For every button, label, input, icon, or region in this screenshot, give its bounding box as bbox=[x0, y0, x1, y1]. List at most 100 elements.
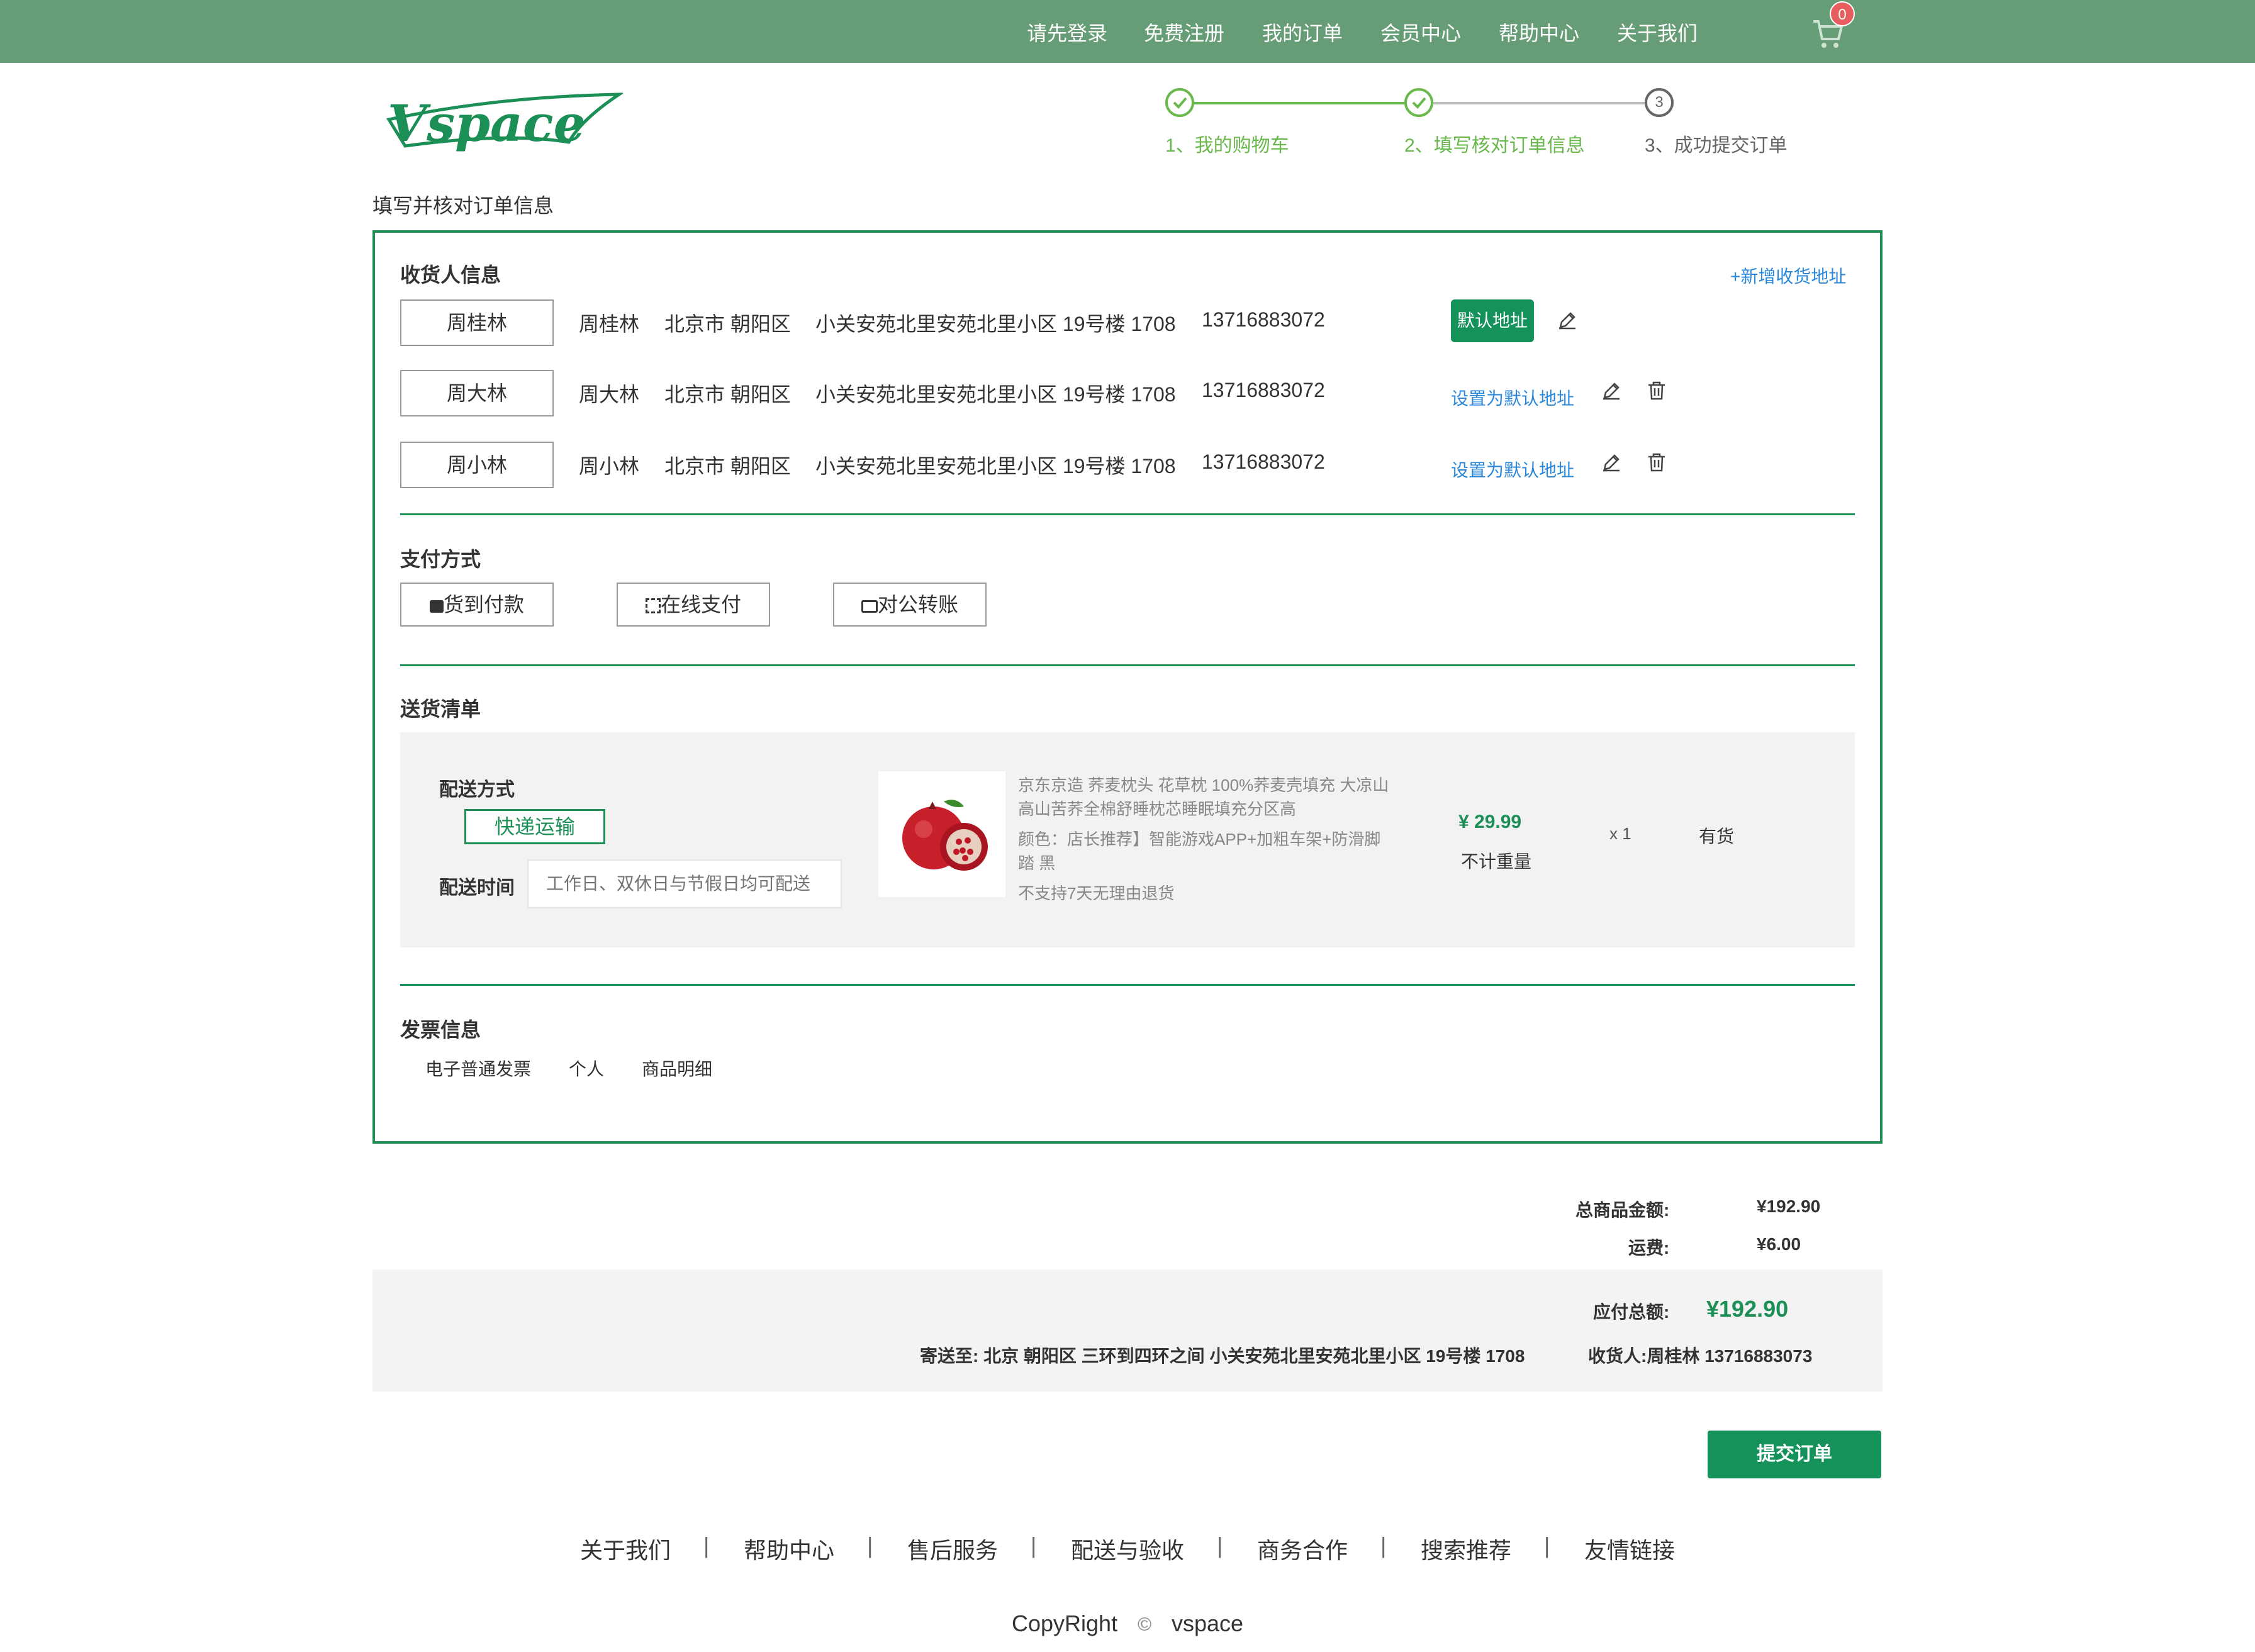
product-price: ¥ 29.99 bbox=[1458, 812, 1522, 832]
vspace-logo[interactable]: Vspace bbox=[380, 88, 625, 157]
address-phone: 13716883072 bbox=[1202, 308, 1325, 331]
address-street: 小关安苑北里安苑北里小区 19号楼 1708 bbox=[815, 455, 1176, 477]
step-1-check-icon bbox=[1165, 88, 1194, 117]
edit-pencil-icon[interactable] bbox=[1601, 380, 1622, 401]
default-address-badge: 默认地址 bbox=[1451, 299, 1534, 342]
ship-to-address: 寄送至: 北京 朝阳区 三环到四环之间 小关安苑北里安苑北里小区 19号楼 17… bbox=[920, 1346, 1525, 1366]
goods-amount-value: ¥192.90 bbox=[1757, 1197, 1821, 1216]
payable-total-label: 应付总额: bbox=[1593, 1302, 1670, 1322]
address-select-button[interactable]: 周大林 bbox=[400, 370, 554, 416]
step-3-label: 3、成功提交订单 bbox=[1645, 135, 1788, 156]
card-icon bbox=[861, 600, 878, 613]
pay-online-button[interactable]: 在线支付 bbox=[617, 583, 770, 627]
address-city: 北京市 朝阳区 bbox=[664, 313, 791, 335]
nav-about-us-link[interactable]: 关于我们 bbox=[1617, 18, 1698, 47]
freight-label: 运费: bbox=[1628, 1238, 1670, 1258]
invoice-title-type[interactable]: 个人 bbox=[569, 1056, 604, 1081]
edit-pencil-icon[interactable] bbox=[1601, 452, 1622, 473]
pay-bank-transfer-button[interactable]: 对公转账 bbox=[833, 583, 987, 627]
scan-icon bbox=[645, 598, 661, 613]
payable-total-value: ¥192.90 bbox=[1706, 1296, 1789, 1322]
address-street: 小关安苑北里安苑北里小区 19号楼 1708 bbox=[815, 313, 1176, 335]
payment-option-label: 在线支付 bbox=[660, 593, 741, 616]
nav-my-orders-link[interactable]: 我的订单 bbox=[1262, 18, 1343, 47]
order-form-panel bbox=[372, 230, 1883, 1144]
nav-help-center-link[interactable]: 帮助中心 bbox=[1499, 18, 1579, 47]
product-pomegranate-image[interactable] bbox=[878, 771, 1005, 897]
page-title: 填写并核对订单信息 bbox=[372, 194, 554, 217]
address-select-button[interactable]: 周小林 bbox=[400, 442, 554, 488]
submit-order-button[interactable]: 提交订单 bbox=[1708, 1431, 1881, 1478]
step-3-circle: 3 bbox=[1645, 88, 1674, 117]
address-city: 北京市 朝阳区 bbox=[664, 455, 791, 477]
receiver-summary: 收货人:周桂林 13716883073 bbox=[1588, 1346, 1813, 1366]
footer-separator: | bbox=[1031, 1532, 1037, 1558]
payment-option-label: 货到付款 bbox=[443, 593, 524, 616]
invoice-section-title: 发票信息 bbox=[400, 1019, 481, 1041]
address-name: 周大林 bbox=[579, 383, 640, 406]
address-phone: 13716883072 bbox=[1202, 450, 1325, 473]
delivery-section-title: 送货清单 bbox=[400, 698, 481, 720]
receiver-section-title: 收货人信息 bbox=[400, 264, 501, 286]
product-weight: 不计重量 bbox=[1461, 852, 1532, 871]
footer-link-friends[interactable]: 友情链接 bbox=[1584, 1532, 1675, 1565]
footer-separator: | bbox=[867, 1532, 873, 1558]
product-stock-status: 有货 bbox=[1699, 827, 1735, 846]
step-line-1 bbox=[1193, 102, 1404, 104]
footer-link-about[interactable]: 关于我们 bbox=[580, 1532, 671, 1565]
step-2-label: 2、填写核对订单信息 bbox=[1404, 135, 1585, 156]
address-street: 小关安苑北里安苑北里小区 19号楼 1708 bbox=[815, 383, 1176, 406]
product-return-policy: 不支持7天无理由退货 bbox=[1018, 884, 1175, 903]
step-1-label: 1、我的购物车 bbox=[1165, 135, 1289, 156]
payment-option-label: 对公转账 bbox=[877, 593, 958, 616]
footer-link-delivery[interactable]: 配送与验收 bbox=[1071, 1532, 1184, 1565]
cash-box-icon bbox=[429, 600, 444, 613]
add-address-link[interactable]: +新增收货地址 bbox=[1730, 263, 1846, 288]
delivery-method-label: 配送方式 bbox=[439, 779, 515, 800]
product-quantity: x 1 bbox=[1609, 824, 1631, 843]
invoice-content[interactable]: 商品明细 bbox=[642, 1056, 712, 1081]
footer-link-search[interactable]: 搜索推荐 bbox=[1421, 1532, 1511, 1565]
express-shipping-button[interactable]: 快递运输 bbox=[464, 809, 605, 844]
edit-pencil-icon[interactable] bbox=[1557, 310, 1578, 331]
address-name: 周桂林 bbox=[579, 313, 640, 335]
footer-separator: | bbox=[1544, 1532, 1550, 1558]
address-select-button[interactable]: 周桂林 bbox=[400, 299, 554, 346]
svg-text:Vspace: Vspace bbox=[388, 94, 586, 153]
product-title-line[interactable]: 高山苦荞全棉舒睡枕芯睡眠填充分区高 bbox=[1018, 796, 1296, 820]
footer-link-after-sales[interactable]: 售后服务 bbox=[907, 1532, 998, 1565]
delivery-time-input[interactable] bbox=[527, 859, 842, 908]
delete-trash-icon[interactable] bbox=[1646, 452, 1667, 473]
footer-separator: | bbox=[703, 1532, 710, 1558]
footer-separator: | bbox=[1217, 1532, 1223, 1558]
address-phone: 13716883072 bbox=[1202, 379, 1325, 401]
top-nav-bar bbox=[0, 0, 2255, 63]
section-divider bbox=[400, 513, 1855, 515]
goods-amount-label: 总商品金额: bbox=[1575, 1200, 1670, 1220]
copyright-symbol: © bbox=[1138, 1614, 1152, 1635]
footer-link-business[interactable]: 商务合作 bbox=[1257, 1532, 1348, 1565]
nav-login-link[interactable]: 请先登录 bbox=[1027, 18, 1107, 47]
product-title-line[interactable]: 京东京造 荞麦枕头 花草枕 100%荞麦壳填充 大凉山 bbox=[1018, 773, 1389, 796]
pay-cash-on-delivery-button[interactable]: 货到付款 bbox=[400, 583, 554, 627]
address-name: 周小林 bbox=[579, 455, 640, 477]
cart-count-badge: 0 bbox=[1830, 1, 1855, 26]
footer-link-help[interactable]: 帮助中心 bbox=[744, 1532, 834, 1565]
delete-trash-icon[interactable] bbox=[1646, 380, 1667, 401]
set-default-address-link[interactable]: 设置为默认地址 bbox=[1451, 457, 1574, 482]
delivery-time-label: 配送时间 bbox=[439, 878, 515, 898]
product-variant-line: 踏 黑 bbox=[1018, 854, 1056, 873]
nav-register-link[interactable]: 免费注册 bbox=[1144, 18, 1224, 47]
step-2-check-icon bbox=[1404, 88, 1433, 117]
nav-member-center-link[interactable]: 会员中心 bbox=[1380, 18, 1461, 47]
copyright-text: CopyRight bbox=[1012, 1610, 1118, 1636]
payment-section-title: 支付方式 bbox=[400, 548, 481, 571]
invoice-type[interactable]: 电子普通发票 bbox=[425, 1056, 531, 1081]
address-city: 北京市 朝阳区 bbox=[664, 383, 791, 406]
copyright-brand: vspace bbox=[1172, 1610, 1244, 1636]
order-total-panel bbox=[372, 1270, 1883, 1392]
section-divider bbox=[400, 984, 1855, 986]
freight-value: ¥6.00 bbox=[1757, 1234, 1801, 1254]
step-line-2 bbox=[1432, 102, 1646, 104]
set-default-address-link[interactable]: 设置为默认地址 bbox=[1451, 385, 1574, 410]
